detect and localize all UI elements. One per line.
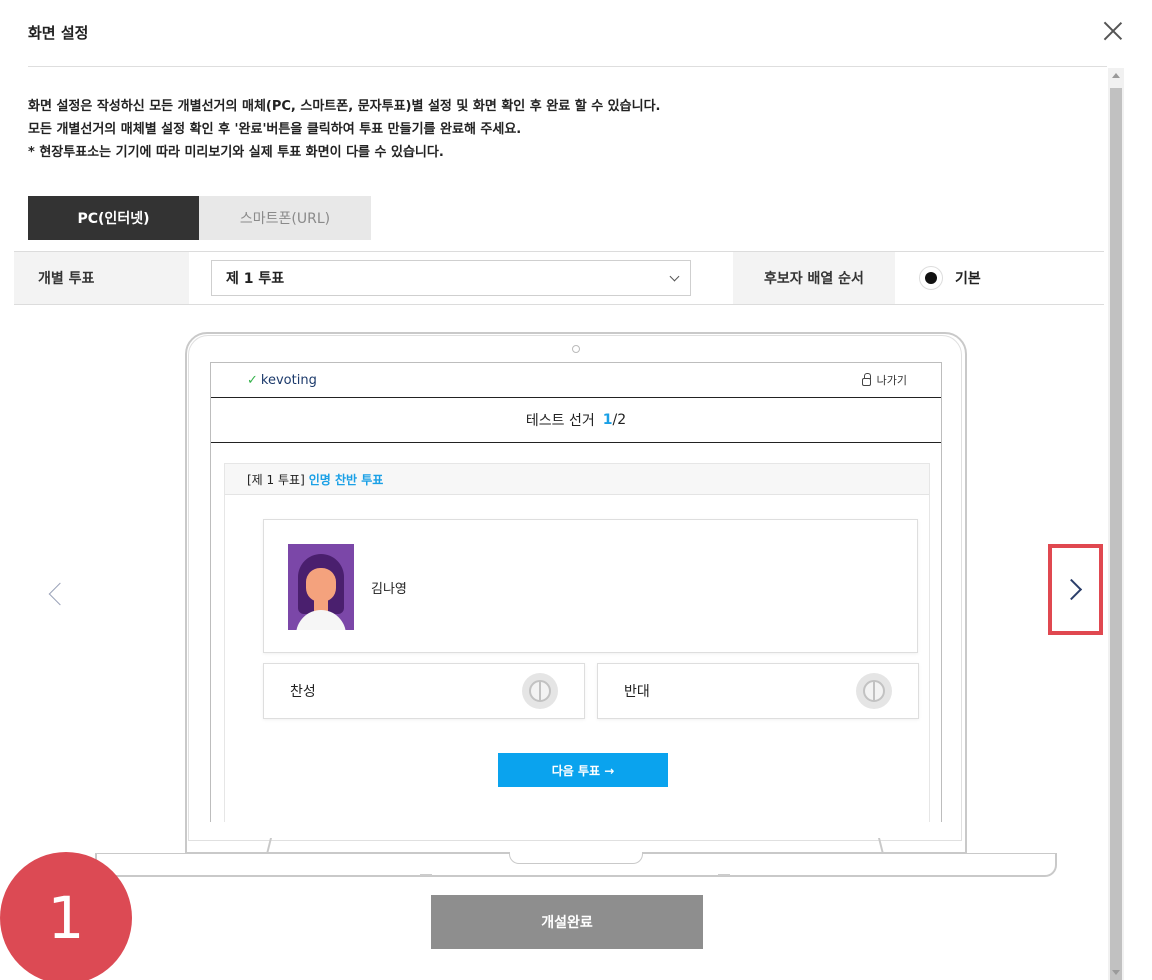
notice-line-2: 모든 개별선거의 매체별 설정 확인 후 '완료'버튼을 클릭하여 투표 만들기… [28, 122, 522, 137]
election-title: 테스트 선거 [525, 413, 595, 429]
candidate-order-label: 후보자 배열 순서 [733, 252, 895, 304]
scrollbar[interactable] [1108, 68, 1124, 980]
preview-header: ✓ kevoting 나가기 [211, 363, 941, 397]
candidate-card: 김나영 [263, 519, 918, 653]
chevron-down-icon [669, 271, 680, 281]
laptop-foot-left [420, 874, 432, 876]
notice-line-1: 화면 설정은 작성하신 모든 개별선거의 매체(PC, 스마트폰, 문자투표)별… [28, 99, 661, 114]
stamp-icon [522, 673, 558, 709]
scroll-down-arrow-icon[interactable] [1112, 970, 1120, 975]
scroll-up-arrow-icon[interactable] [1112, 73, 1120, 78]
no-label: 반대 [624, 684, 650, 700]
preview-screen: ✓ kevoting 나가기 테스트 선거 1 /2 [제 1 투표] 인명 찬… [210, 362, 942, 822]
progress-total: /2 [612, 412, 627, 428]
order-default-radio[interactable] [919, 266, 943, 290]
stamp-icon [856, 673, 892, 709]
logo-text: kevoting [260, 372, 317, 388]
tab-smartphone[interactable]: 스마트폰(URL) [199, 196, 371, 240]
ballot-panel: [제 1 투표] 인명 찬반 투표 김나영 찬성 반대 다음 투표 → [224, 463, 930, 822]
notice-line-3: * 현장투표소는 기기에 따라 미리보기와 실제 투표 화면이 다를 수 있습니… [28, 145, 444, 160]
vote-select[interactable]: 제 1 투표 [211, 260, 691, 296]
vote-select-label: 개별 투표 [14, 252, 189, 304]
laptop-notch [509, 852, 643, 864]
chevron-left-icon[interactable] [44, 580, 68, 610]
header-divider [28, 66, 1107, 67]
order-default-label: 기본 [955, 271, 981, 287]
step-number-badge: 1 [0, 852, 132, 980]
progress-current: 1 [602, 412, 613, 428]
candidate-name: 김나영 [371, 582, 407, 597]
settings-row: 개별 투표 제 1 투표 후보자 배열 순서 기본 [14, 251, 1104, 305]
scroll-thumb[interactable] [1110, 88, 1122, 980]
check-logo-icon: ✓ [247, 372, 258, 388]
yes-label: 찬성 [290, 684, 316, 700]
close-icon[interactable] [1100, 18, 1126, 44]
avatar [288, 544, 354, 630]
vote-select-value: 제 1 투표 [226, 271, 285, 287]
exit-label: 나가기 [876, 374, 907, 387]
next-ballot-button[interactable]: 다음 투표 → [498, 753, 668, 787]
ballot-header: [제 1 투표] 인명 찬반 투표 [225, 464, 929, 495]
kevoting-logo: ✓ kevoting [247, 373, 317, 388]
candidate-order-radio-group: 기본 [895, 266, 981, 290]
ballot-body: 김나영 찬성 반대 다음 투표 → [225, 495, 929, 822]
media-tabs: PC(인터넷) 스마트폰(URL) [28, 196, 371, 240]
modal-title: 화면 설정 [28, 24, 89, 42]
chevron-right-icon [1060, 578, 1083, 601]
exit-link[interactable]: 나가기 [861, 372, 907, 388]
no-vote-button[interactable]: 반대 [597, 663, 919, 719]
next-preview-button[interactable] [1048, 544, 1103, 635]
camera-icon [572, 345, 580, 353]
radio-dot [925, 272, 937, 284]
laptop-foot-right [718, 874, 730, 876]
complete-button[interactable]: 개설완료 [431, 895, 703, 949]
election-title-bar: 테스트 선거 1 /2 [211, 397, 941, 443]
lock-icon [861, 372, 871, 386]
ballot-prefix: [제 1 투표] [247, 472, 305, 487]
tab-pc[interactable]: PC(인터넷) [28, 196, 199, 240]
ballot-name: 인명 찬반 투표 [308, 472, 384, 487]
notice-text: 화면 설정은 작성하신 모든 개별선거의 매체(PC, 스마트폰, 문자투표)별… [28, 95, 660, 164]
yes-vote-button[interactable]: 찬성 [263, 663, 585, 719]
